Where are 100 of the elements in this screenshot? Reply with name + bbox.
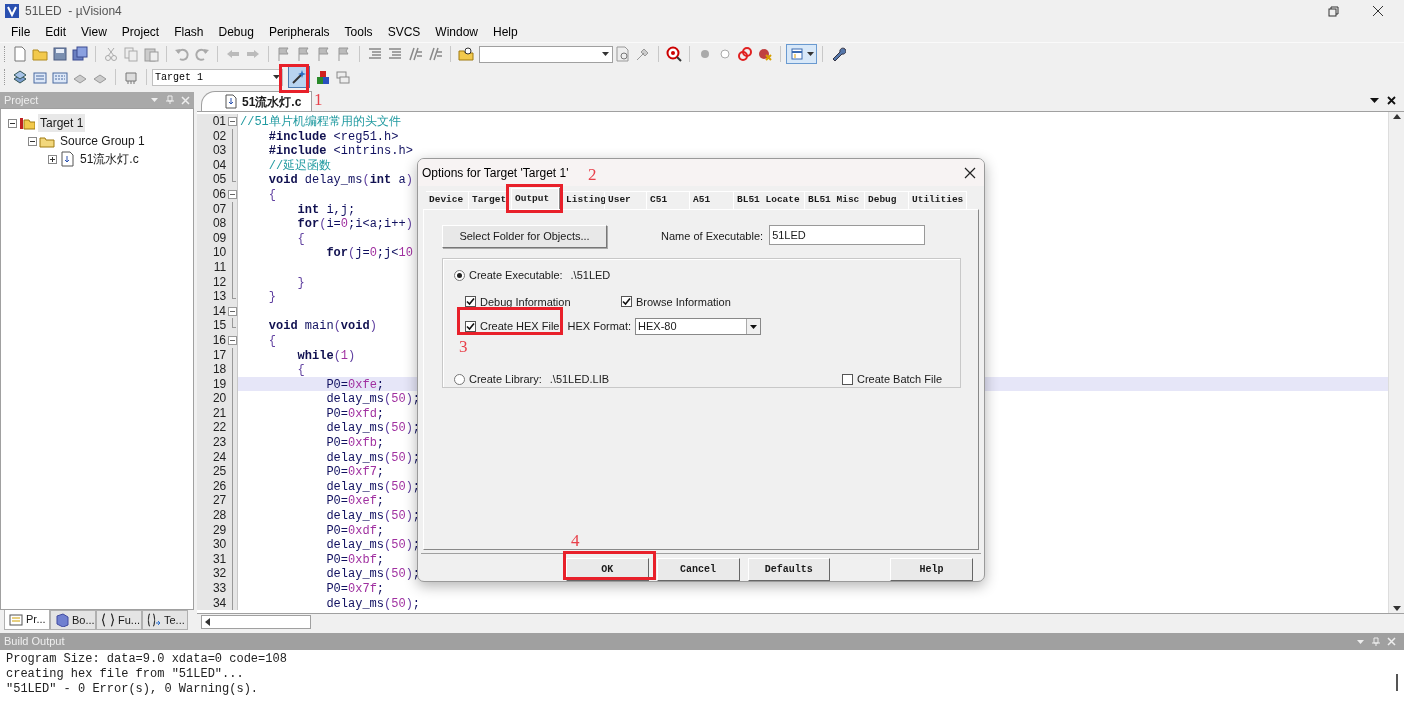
window-select-button[interactable] xyxy=(786,44,817,64)
rings-icon[interactable] xyxy=(737,46,753,62)
caret-icon[interactable] xyxy=(750,324,758,329)
editor-tab[interactable]: 51流水灯.c xyxy=(201,91,313,111)
menu-item[interactable]: File xyxy=(4,22,38,41)
dialog-tab[interactable]: Output xyxy=(511,188,559,209)
checkbox[interactable] xyxy=(621,296,632,308)
pin-icon[interactable] xyxy=(1371,636,1381,647)
panel-tab[interactable]: Pr... xyxy=(4,610,50,630)
blocks-icon[interactable] xyxy=(315,69,331,85)
caret-icon[interactable] xyxy=(273,75,280,79)
line-number: 21 xyxy=(211,405,228,421)
close-icon[interactable] xyxy=(964,166,976,179)
scroll-left-icon[interactable] xyxy=(205,618,210,626)
close-icon[interactable] xyxy=(1387,96,1396,105)
checkbox[interactable] xyxy=(465,296,476,308)
dialog-tab[interactable]: A51 xyxy=(690,191,734,209)
tree-item[interactable]: Source Group 1 xyxy=(58,132,147,150)
new-file-icon[interactable] xyxy=(12,46,28,62)
code-line: delay_ms(50); xyxy=(325,421,421,436)
line-number: 31 xyxy=(211,551,228,567)
code-line: for(i=0;i<a;i++) xyxy=(296,217,413,232)
menu-item[interactable]: Window xyxy=(428,22,485,41)
save-all-icon[interactable] xyxy=(72,46,88,62)
vertical-scrollbar[interactable] xyxy=(1388,112,1404,613)
breakpoint-icon[interactable] xyxy=(717,46,733,62)
scroll-down-icon[interactable] xyxy=(1392,606,1401,611)
checkbox[interactable] xyxy=(465,321,476,332)
menu-item[interactable]: Peripherals xyxy=(261,22,337,41)
dialog-tab[interactable]: Debug xyxy=(865,191,909,209)
expand-icon[interactable] xyxy=(48,154,57,164)
document-search-icon[interactable] xyxy=(615,46,631,62)
dialog-button[interactable]: Help xyxy=(890,557,973,581)
find-in-files-icon[interactable] xyxy=(458,46,474,62)
hex-format-select[interactable]: HEX-80 xyxy=(635,318,762,335)
dropdown-icon[interactable] xyxy=(1370,97,1379,104)
fold-icon[interactable] xyxy=(228,335,237,345)
panel-tab[interactable]: Fu... xyxy=(96,610,142,630)
close-icon[interactable] xyxy=(1372,4,1384,17)
panel-tab[interactable]: Bo... xyxy=(50,610,96,630)
wrench-icon[interactable] xyxy=(830,46,846,62)
dialog-tab[interactable]: C51 xyxy=(647,191,690,209)
bookmark-icon[interactable] xyxy=(296,46,312,62)
horizontal-scrollbar[interactable] xyxy=(201,615,311,629)
tree-item[interactable]: 51流水灯.c xyxy=(78,150,141,168)
outdent-icon[interactable] xyxy=(387,46,403,62)
save-icon[interactable] xyxy=(52,46,68,62)
executable-name-field[interactable]: 51LED xyxy=(769,225,926,245)
scrollbar-thumb[interactable] xyxy=(1396,674,1398,691)
bookmark-icon[interactable] xyxy=(336,46,352,62)
code-line: delay_ms(50); xyxy=(325,538,421,553)
menu-item[interactable]: Flash xyxy=(167,22,211,41)
window-icon[interactable] xyxy=(789,46,805,62)
undo-icon[interactable] xyxy=(174,46,190,62)
fold-icon[interactable] xyxy=(228,189,237,199)
dialog-button[interactable]: Defaults xyxy=(747,557,831,581)
caret-icon[interactable] xyxy=(602,52,609,56)
comment-icon[interactable] xyxy=(407,46,423,62)
select-folder-button[interactable]: Select Folder for Objects... xyxy=(442,225,607,248)
checkbox[interactable] xyxy=(842,373,853,385)
line-number: 13 xyxy=(211,289,228,304)
caret-icon[interactable] xyxy=(807,52,814,56)
dialog-tab[interactable]: Listing xyxy=(563,191,605,209)
menu-item[interactable]: View xyxy=(74,22,114,41)
dialog-tab[interactable]: BL51 Misc xyxy=(805,191,865,209)
fold-icon[interactable] xyxy=(228,306,237,316)
code-line: delay_ms(50); xyxy=(325,450,421,465)
line-number: 05 xyxy=(211,172,228,187)
menu-item[interactable]: Tools xyxy=(337,22,380,41)
dialog-button[interactable]: Cancel xyxy=(656,557,740,581)
bookmark-icon[interactable] xyxy=(276,46,292,62)
option-label: Create Batch File xyxy=(857,372,942,387)
dialog-tab[interactable]: Utilities xyxy=(909,191,967,209)
menu-item[interactable]: Edit xyxy=(38,22,74,41)
redo-icon[interactable] xyxy=(194,46,210,62)
collapse-icon[interactable] xyxy=(8,118,17,128)
collapse-icon[interactable] xyxy=(28,136,37,146)
target-select[interactable]: Target 1 xyxy=(152,68,283,86)
clear-breakpoints-icon[interactable] xyxy=(757,46,773,62)
tree-item[interactable]: Target 1 xyxy=(38,114,86,132)
radio-button[interactable] xyxy=(454,269,465,281)
fold-icon[interactable] xyxy=(228,117,237,126)
menu-item[interactable]: Help xyxy=(486,22,525,41)
dialog-tab[interactable]: User xyxy=(605,191,647,209)
dialog-tab[interactable]: Device xyxy=(426,191,469,209)
radio-button[interactable] xyxy=(454,373,465,385)
debug-icon[interactable] xyxy=(666,46,682,62)
menu-item[interactable]: Project xyxy=(114,22,167,41)
line-number: 26 xyxy=(211,478,228,494)
uncomment-icon[interactable] xyxy=(427,46,443,62)
indent-icon[interactable] xyxy=(367,46,383,62)
bookmark-icon[interactable] xyxy=(316,46,332,62)
open-folder-icon[interactable] xyxy=(32,46,48,62)
panel-tab[interactable]: Te... xyxy=(142,610,188,630)
code-line: void delay_ms(int a) xyxy=(267,173,413,188)
menu-item[interactable]: Debug xyxy=(211,22,261,41)
menu-item[interactable]: SVCS xyxy=(380,22,428,41)
restore-icon[interactable] xyxy=(1327,4,1339,17)
scroll-up-icon[interactable] xyxy=(1392,114,1401,119)
dialog-tab[interactable]: BL51 Locate xyxy=(734,191,805,209)
